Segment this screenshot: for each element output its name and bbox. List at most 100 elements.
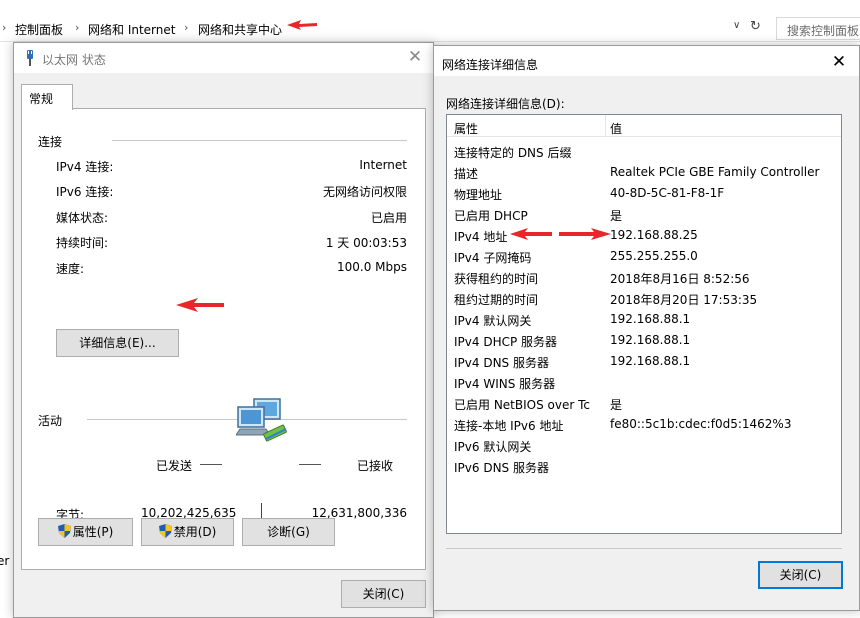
row-property: IPv4 DNS 服务器 — [454, 356, 549, 370]
breadcrumb-network-internet[interactable]: 网络和 Internet — [88, 21, 175, 38]
window-title: 以太网 状态 — [42, 53, 106, 67]
table-row[interactable]: 连接特定的 DNS 后缀 — [447, 141, 841, 162]
row-property: IPv4 子网掩码 — [454, 251, 532, 265]
table-row[interactable]: IPv4 默认网关 192.168.88.1 — [447, 309, 841, 330]
row-value: fe80::5c1b:cdec:f0d5:1462%3 — [610, 417, 792, 431]
breadcrumb-network-sharing-center[interactable]: 网络和共享中心 — [198, 21, 282, 38]
row-value: 是 — [610, 209, 623, 223]
row-property: IPv4 WINS 服务器 — [454, 377, 556, 391]
duration-label: 持续时间: — [56, 236, 109, 250]
speed-value: 100.0 Mbps — [336, 260, 407, 274]
row-value: 192.168.88.25 — [610, 228, 698, 242]
network-connection-details-dialog: 网络连接详细信息 ✕ 网络连接详细信息(D): 属性 值 连接特定的 DNS 后… — [433, 45, 860, 611]
sent-label: 已发送 — [156, 459, 193, 473]
search-input[interactable]: 搜索控制面板 — [776, 17, 860, 40]
table-row[interactable]: IPv4 子网掩码 255.255.255.0 — [447, 246, 841, 267]
media-state-value: 已启用 — [370, 211, 407, 225]
diagnose-button[interactable]: 诊断(G) — [242, 518, 335, 546]
list-header: 属性 值 — [447, 115, 841, 137]
breadcrumb-chevron-icon: › — [75, 21, 80, 34]
table-row[interactable]: IPv4 DNS 服务器 192.168.88.1 — [447, 351, 841, 372]
table-row[interactable]: 已启用 NetBIOS over Tc 是 — [447, 393, 841, 414]
row-value: 2018年8月20日 17:53:35 — [610, 293, 758, 307]
window-title: 网络连接详细信息 — [442, 58, 539, 72]
breadcrumb-control-panel[interactable]: 控制面板 — [15, 21, 63, 38]
column-header-value[interactable]: 值 — [610, 120, 622, 137]
title-bar: 以太网 状态 ✕ — [14, 43, 433, 73]
row-property: 连接-本地 IPv6 地址 — [454, 419, 564, 433]
sent-line — [200, 464, 222, 465]
row-property: IPv6 默认网关 — [454, 440, 532, 454]
details-button[interactable]: 详细信息(E)... — [56, 329, 179, 357]
row-value: 2018年8月16日 8:52:56 — [610, 272, 750, 286]
close-icon[interactable]: ✕ — [829, 52, 849, 72]
table-row[interactable]: 获得租约的时间 2018年8月16日 8:52:56 — [447, 267, 841, 288]
details-list[interactable]: 属性 值 连接特定的 DNS 后缀 描述 Realtek PCIe GBE Fami… — [446, 114, 842, 534]
table-row[interactable]: 租约过期的时间 2018年8月20日 17:53:35 — [447, 288, 841, 309]
ipv4-connectivity-label: IPv4 连接: — [56, 160, 114, 174]
row-property: 租约过期的时间 — [454, 293, 539, 307]
row-property: 已启用 DHCP — [454, 209, 528, 223]
row-value: Realtek PCIe GBE Family Controller — [610, 165, 820, 179]
close-button[interactable]: 关闭(C) — [758, 561, 843, 589]
refresh-icon[interactable]: ↻ — [750, 19, 761, 34]
ipv6-connectivity-label: IPv6 连接: — [56, 185, 114, 199]
bottom-divider — [446, 548, 842, 549]
annotation-arrow-icon — [559, 228, 611, 240]
details-list-caption: 网络连接详细信息(D): — [446, 97, 565, 111]
disable-button[interactable]: 禁用(D) — [141, 518, 234, 546]
tab-panel-general: 连接 IPv4 连接: Internet IPv6 连接: 无网络访问权限 媒体… — [21, 108, 426, 570]
row-property: 描述 — [454, 167, 479, 181]
table-row[interactable]: 连接-本地 IPv6 地址 fe80::5c1b:cdec:f0d5:1462%3 — [447, 414, 841, 435]
column-separator[interactable] — [605, 115, 606, 137]
table-row[interactable]: IPv4 DHCP 服务器 192.168.88.1 — [447, 330, 841, 351]
table-row[interactable]: IPv4 WINS 服务器 — [447, 372, 841, 393]
group-divider — [112, 140, 407, 141]
ethernet-status-dialog: 以太网 状态 ✕ 常规 连接 IPv4 连接: Internet IPv6 连接… — [13, 42, 434, 618]
ipv4-connectivity-value: Internet — [359, 158, 407, 172]
received-label: 已接收 — [357, 459, 394, 473]
row-property: IPv4 默认网关 — [454, 314, 532, 328]
table-row[interactable]: IPv6 DNS 服务器 — [447, 456, 841, 477]
disable-button-label: 禁用(D) — [173, 525, 217, 539]
row-property: IPv4 DHCP 服务器 — [454, 335, 558, 349]
network-activity-icon — [236, 398, 287, 442]
table-row[interactable]: IPv6 默认网关 — [447, 435, 841, 456]
media-state-label: 媒体状态: — [56, 211, 109, 225]
properties-button-label: 属性(P) — [72, 525, 114, 539]
received-line — [299, 464, 321, 465]
row-value: 192.168.88.1 — [610, 333, 691, 347]
row-property: 获得租约的时间 — [454, 272, 539, 286]
annotation-arrow-icon — [176, 298, 224, 312]
breadcrumb-chevron-icon: › — [2, 21, 7, 34]
uac-shield-icon — [57, 524, 71, 538]
row-value: 192.168.88.1 — [610, 354, 691, 368]
breadcrumb-chevron-icon: › — [184, 21, 189, 34]
table-row[interactable]: 描述 Realtek PCIe GBE Family Controller — [447, 162, 841, 183]
ethernet-plug-icon — [27, 50, 33, 66]
duration-value: 1 天 00:03:53 — [325, 236, 407, 250]
column-header-property[interactable]: 属性 — [454, 120, 478, 137]
table-row[interactable]: 已启用 DHCP 是 — [447, 204, 841, 225]
address-bar[interactable]: › 控制面板 › 网络和 Internet › 网络和共享中心 ∨ ↻ 搜索控制… — [0, 16, 860, 42]
tab-general[interactable]: 常规 — [21, 84, 73, 110]
uac-shield-icon — [158, 524, 172, 538]
annotation-arrow-icon — [510, 228, 552, 240]
close-button[interactable]: 关闭(C) — [341, 580, 426, 608]
row-property: 已启用 NetBIOS over Tc — [454, 398, 590, 412]
activity-group-label: 活动 — [38, 414, 63, 428]
connection-group-label: 连接 — [38, 135, 63, 149]
close-icon[interactable]: ✕ — [405, 47, 425, 67]
table-row[interactable]: 物理地址 40-8D-5C-81-F8-1F — [447, 183, 841, 204]
row-property: 连接特定的 DNS 后缀 — [454, 146, 572, 160]
row-value: 255.255.255.0 — [610, 249, 698, 263]
title-bar: 网络连接详细信息 ✕ — [434, 46, 859, 76]
table-row[interactable]: IPv4 地址 192.168.88.25 — [447, 225, 841, 246]
address-dropdown-icon[interactable]: ∨ — [733, 20, 740, 31]
row-property: IPv6 DNS 服务器 — [454, 461, 549, 475]
row-value: 是 — [610, 398, 623, 412]
properties-button[interactable]: 属性(P) — [38, 518, 133, 546]
row-property: 物理地址 — [454, 188, 503, 202]
ipv6-connectivity-value: 无网络访问权限 — [322, 185, 407, 199]
row-value: 192.168.88.1 — [610, 312, 691, 326]
